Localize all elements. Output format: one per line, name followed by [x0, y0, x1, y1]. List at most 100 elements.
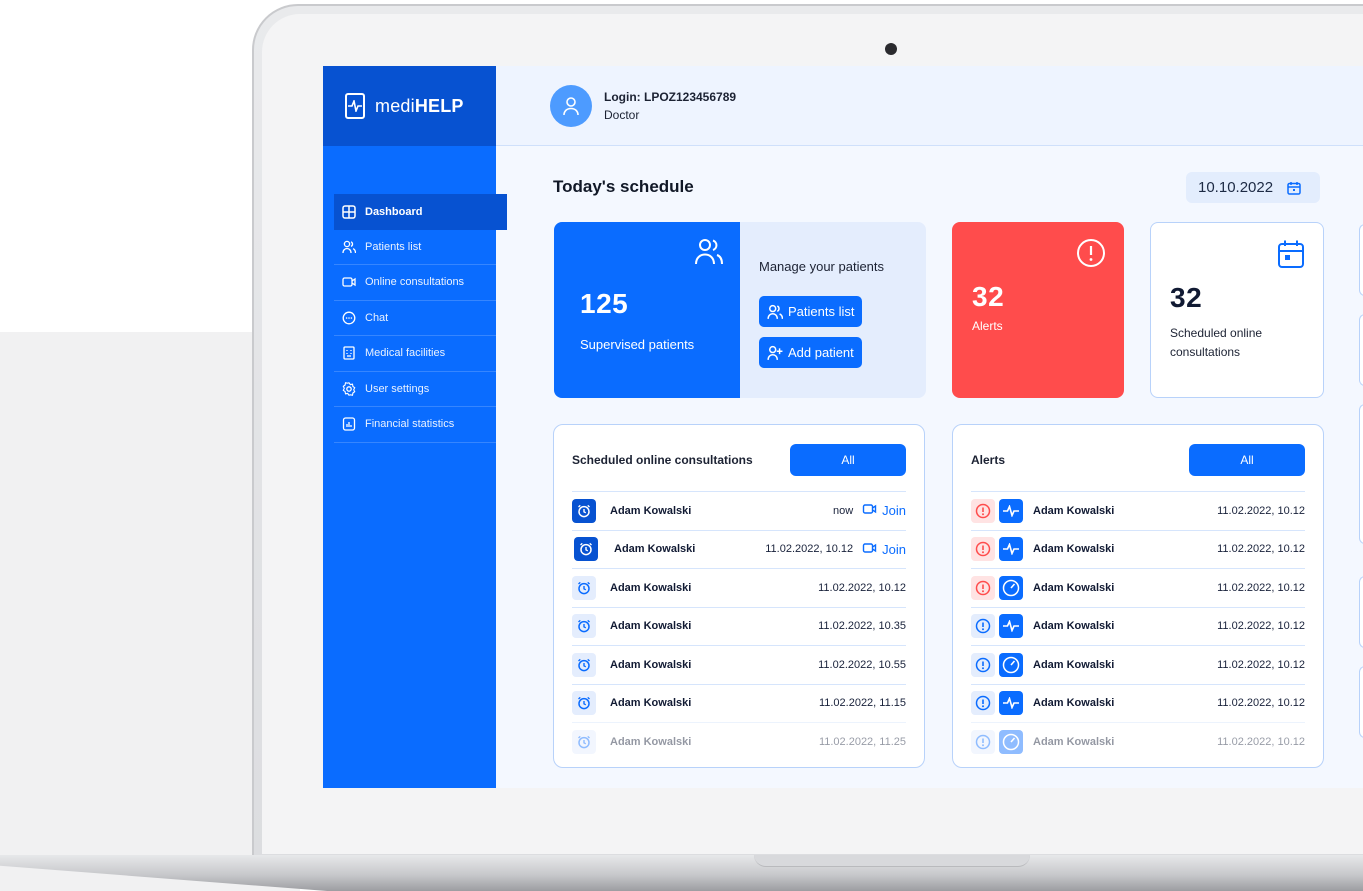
- button-label: Patients list: [788, 304, 855, 319]
- alert-time: 11.02.2022, 10.12: [1217, 735, 1305, 748]
- page-title: Today's schedule: [553, 177, 694, 196]
- user-icon: [563, 96, 579, 115]
- consultations-panel: Scheduled online consultations All Adam …: [553, 424, 925, 768]
- avatar[interactable]: [550, 84, 592, 127]
- all-consultations-button[interactable]: All: [790, 444, 906, 476]
- pulse-icon: [999, 614, 1023, 639]
- panel-header: Scheduled online consultations All: [572, 444, 906, 476]
- pulse-icon: [999, 691, 1023, 716]
- consultation-row[interactable]: Adam Kowalski now Join: [572, 491, 906, 530]
- video-icon: [342, 277, 356, 287]
- supervised-label: Supervised patients: [580, 337, 695, 352]
- supervised-count: 125: [580, 288, 629, 319]
- alert-icon: [1076, 238, 1106, 273]
- alert-row[interactable]: Adam Kowalski 11.02.2022, 10.12: [971, 568, 1305, 607]
- sidebar-item-dashboard[interactable]: Dashboard: [334, 194, 507, 230]
- add-patient-button[interactable]: Add patient: [759, 337, 862, 368]
- login-id: Login: LPOZ123456789: [604, 89, 737, 104]
- add-user-icon: [767, 345, 783, 360]
- alert-row[interactable]: Adam Kowalski 11.02.2022, 10.12: [971, 606, 1305, 646]
- alert-severity-icon: [971, 729, 995, 754]
- consultation-row[interactable]: Adam Kowalski 11.02.2022, 11.25: [572, 722, 906, 761]
- consultation-time: 11.02.2022, 10.12: [818, 581, 906, 594]
- alarm-clock-icon: [572, 575, 596, 600]
- alarm-clock-icon: [572, 498, 596, 523]
- patient-name: Adam Kowalski: [1033, 658, 1115, 671]
- calendar-icon: [1287, 181, 1301, 195]
- sidebar-item-label: Online consultations: [365, 276, 465, 289]
- alert-row[interactable]: Adam Kowalski 11.02.2022, 10.12: [971, 722, 1305, 761]
- offscreen-card: [1359, 576, 1363, 648]
- camera-icon: [885, 43, 897, 55]
- gauge-icon: [999, 575, 1023, 600]
- date-picker[interactable]: 10.10.2022: [1186, 172, 1320, 203]
- sidebar-item-financial-statistics[interactable]: Financial statistics: [334, 407, 496, 443]
- sidebar-item-user-settings[interactable]: User settings: [334, 372, 496, 407]
- offscreen-card: [1359, 314, 1363, 386]
- consultation-time: 11.02.2022, 10.12: [765, 543, 854, 556]
- alarm-clock-icon: [572, 652, 596, 677]
- patient-name: Adam Kowalski: [1033, 735, 1115, 748]
- alert-severity-icon: [971, 537, 995, 562]
- top-bar: Login: LPOZ123456789 Doctor: [496, 66, 1363, 146]
- sidebar-item-label: Chat: [365, 311, 389, 324]
- all-alerts-button[interactable]: All: [1189, 444, 1305, 476]
- join-button[interactable]: Join: [861, 541, 906, 558]
- alert-time: 11.02.2022, 10.12: [1217, 543, 1305, 556]
- alert-severity-icon: [971, 614, 995, 639]
- alert-row[interactable]: Adam Kowalski 11.02.2022, 10.12: [971, 491, 1305, 530]
- alerts-count: 32: [972, 281, 1005, 312]
- chat-icon: [342, 311, 356, 325]
- consultation-time: 11.02.2022, 11.25: [818, 735, 906, 748]
- date-value: 10.10.2022: [1198, 179, 1274, 196]
- laptop-mockup: mediHELP Dashboard Patients list Online …: [0, 0, 1363, 891]
- consultation-row[interactable]: Adam Kowalski 11.02.2022, 10.35: [572, 606, 906, 646]
- alerts-card[interactable]: 32 Alerts: [952, 222, 1124, 398]
- users-icon: [767, 304, 783, 319]
- gauge-icon: [999, 729, 1023, 754]
- patient-name: Adam Kowalski: [610, 658, 692, 671]
- calendar-icon: [1277, 239, 1305, 274]
- consultation-row[interactable]: Adam Kowalski 11.02.2022, 11.15: [572, 683, 906, 723]
- patients-list-button[interactable]: Patients list: [759, 296, 863, 327]
- video-icon: [861, 502, 878, 519]
- consultation-row[interactable]: Adam Kowalski 11.02.2022, 10.12: [572, 568, 906, 607]
- sidebar-item-label: Dashboard: [365, 205, 423, 218]
- scheduled-count: 32: [1170, 282, 1203, 313]
- brand-name: mediHELP: [375, 95, 464, 116]
- sidebar-item-medical-facilities[interactable]: Medical facilities: [334, 336, 496, 372]
- sidebar-item-online-consultations[interactable]: Online consultations: [334, 265, 496, 301]
- sidebar: mediHELP Dashboard Patients list Online …: [323, 66, 507, 788]
- scheduled-consultations-card[interactable]: 32 Scheduled online consultations: [1150, 222, 1324, 398]
- alert-severity-icon: [971, 652, 995, 677]
- user-info: Login: LPOZ123456789 Doctor: [604, 90, 736, 122]
- patient-name: Adam Kowalski: [610, 581, 692, 594]
- patient-name: Adam Kowalski: [610, 504, 692, 517]
- brand-logo[interactable]: mediHELP: [323, 66, 496, 146]
- consultation-row[interactable]: Adam Kowalski 11.02.2022, 10.12 Join: [572, 529, 906, 569]
- panel-header: Alerts All: [971, 444, 1305, 476]
- alert-row[interactable]: Adam Kowalski 11.02.2022, 10.12: [971, 529, 1305, 569]
- offscreen-card: [1359, 666, 1363, 738]
- sidebar-item-patients-list[interactable]: Patients list: [334, 230, 496, 265]
- join-label: Join: [882, 541, 906, 557]
- consultation-time: 11.02.2022, 10.35: [818, 620, 906, 633]
- alert-severity-icon: [971, 691, 995, 716]
- join-button[interactable]: Join: [861, 502, 906, 519]
- pulse-icon: [999, 537, 1023, 562]
- sidebar-item-chat[interactable]: Chat: [334, 301, 496, 336]
- sidebar-item-label: Patients list: [365, 240, 422, 253]
- consultation-row[interactable]: Adam Kowalski 11.02.2022, 10.55: [572, 645, 906, 684]
- panel-title: Scheduled online consultations: [572, 453, 753, 467]
- supervised-patients-stat[interactable]: 125 Supervised patients: [554, 222, 740, 398]
- alert-row[interactable]: Adam Kowalski 11.02.2022, 10.12: [971, 645, 1305, 684]
- alert-row[interactable]: Adam Kowalski 11.02.2022, 10.12: [971, 683, 1305, 723]
- patient-name: Adam Kowalski: [1033, 504, 1115, 517]
- dashboard-icon: [342, 205, 356, 219]
- patient-name: Adam Kowalski: [1033, 697, 1115, 710]
- users-icon: [342, 240, 356, 253]
- app-screen: mediHELP Dashboard Patients list Online …: [323, 66, 1363, 788]
- manage-title: Manage your patients: [759, 259, 885, 274]
- alarm-clock-icon: [572, 729, 596, 754]
- alert-time: 11.02.2022, 10.12: [1217, 658, 1305, 671]
